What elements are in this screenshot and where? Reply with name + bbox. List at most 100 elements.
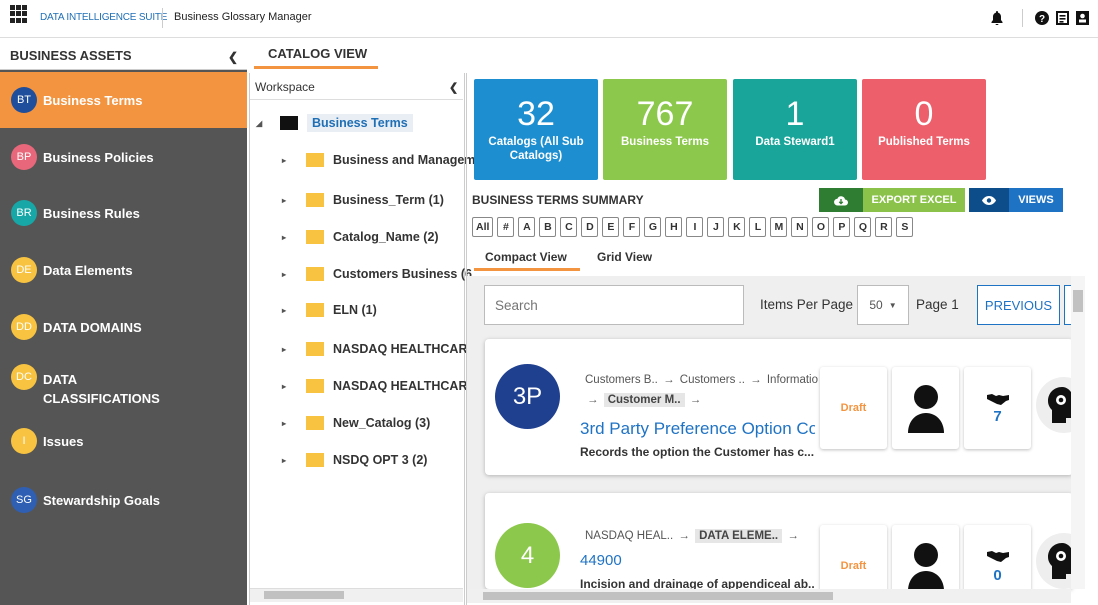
breadcrumb-item[interactable]: Customers B.. bbox=[585, 374, 658, 386]
alpha-filter-button[interactable]: M bbox=[770, 217, 788, 237]
expanded-arrow-icon[interactable]: ◢ bbox=[256, 119, 266, 128]
document-icon[interactable] bbox=[1053, 9, 1071, 27]
tile-published-terms[interactable]: 0 Published Terms bbox=[862, 79, 986, 180]
scrollbar-thumb[interactable] bbox=[264, 591, 344, 599]
breadcrumb-item[interactable]: Informatio bbox=[767, 374, 818, 386]
bell-icon[interactable] bbox=[988, 9, 1006, 27]
alpha-filter-button[interactable]: D bbox=[581, 217, 599, 237]
alpha-filter-button[interactable]: G bbox=[644, 217, 662, 237]
collapsed-arrow-icon[interactable]: ▸ bbox=[282, 306, 292, 315]
sidebar-item-data-elements[interactable]: DE Data Elements bbox=[0, 242, 247, 298]
scrollbar-thumb[interactable] bbox=[483, 592, 833, 600]
tree-folder[interactable]: ▸ ELN (1) bbox=[282, 299, 377, 321]
stakeholders-count[interactable]: 0 bbox=[964, 525, 1031, 589]
stakeholders-count[interactable]: 7 bbox=[964, 367, 1031, 449]
alpha-filter-button[interactable]: E bbox=[602, 217, 620, 237]
steward-avatar[interactable] bbox=[892, 367, 959, 449]
arrow-right-icon: → bbox=[678, 530, 690, 542]
sidebar-item-business-terms[interactable]: BT Business Terms bbox=[0, 72, 247, 128]
arrow-right-icon: → bbox=[587, 394, 599, 406]
export-excel-button[interactable]: EXPORT EXCEL bbox=[819, 188, 965, 212]
scrollbar-thumb[interactable] bbox=[1073, 290, 1083, 312]
search-input[interactable] bbox=[484, 285, 744, 325]
collapse-sidebar-icon[interactable]: ❮ bbox=[228, 50, 238, 64]
collapsed-arrow-icon[interactable]: ▸ bbox=[282, 345, 292, 354]
process-head-icon[interactable] bbox=[1036, 533, 1073, 589]
status-badge: Draft bbox=[820, 525, 887, 589]
alpha-filter-button[interactable]: A bbox=[518, 217, 536, 237]
handshake-icon bbox=[986, 392, 1009, 408]
alpha-filter-button[interactable]: Q bbox=[854, 217, 872, 237]
tree-folder[interactable]: ▸ Business and Managem bbox=[282, 149, 475, 171]
alpha-filter-button[interactable]: S bbox=[896, 217, 914, 237]
tree-folder[interactable]: ▸ NASDAQ HEALTHCARE bbox=[282, 338, 476, 360]
alpha-filter-button[interactable]: H bbox=[665, 217, 683, 237]
alpha-filter-button[interactable]: J bbox=[707, 217, 725, 237]
items-per-page-select[interactable]: 50 ▼ bbox=[857, 285, 909, 325]
alpha-filter-button[interactable]: # bbox=[497, 217, 515, 237]
alpha-filter-button[interactable]: All bbox=[472, 217, 494, 237]
previous-button[interactable]: PREVIOUS bbox=[977, 285, 1060, 325]
sidebar-item-data-classifications[interactable]: DC DATA CLASSIFICATIONS bbox=[0, 356, 247, 418]
sidebar-item-business-policies[interactable]: BP Business Policies bbox=[0, 129, 247, 185]
sidebar-item-issues[interactable]: I Issues bbox=[0, 413, 247, 469]
breadcrumb-item[interactable]: Customer M.. bbox=[603, 393, 685, 407]
sidebar-item-stewardship-goals[interactable]: SG Stewardship Goals bbox=[0, 472, 247, 528]
collapsed-arrow-icon[interactable]: ▸ bbox=[282, 456, 292, 465]
app-grid-icon[interactable] bbox=[10, 5, 28, 23]
user-badge-icon[interactable] bbox=[1073, 9, 1091, 27]
tile-business-terms[interactable]: 767 Business Terms bbox=[603, 79, 727, 180]
sidebar-item-data-domains[interactable]: DD DATA DOMAINS bbox=[0, 299, 247, 355]
sidebar-item-label: Business Policies bbox=[43, 149, 154, 165]
alpha-filter-button[interactable]: F bbox=[623, 217, 641, 237]
tab-compact-view[interactable]: Compact View bbox=[485, 250, 567, 264]
tree-folder[interactable]: ▸ New_Catalog (3) bbox=[282, 412, 430, 434]
process-head-icon[interactable] bbox=[1036, 377, 1073, 433]
workspace-title: Workspace bbox=[255, 80, 315, 94]
tree-folder[interactable]: ▸ Catalog_Name (2) bbox=[282, 226, 439, 248]
alpha-filter-button[interactable]: C bbox=[560, 217, 578, 237]
collapsed-arrow-icon[interactable]: ▸ bbox=[282, 233, 292, 242]
alpha-filter-button[interactable]: R bbox=[875, 217, 893, 237]
tab-grid-view[interactable]: Grid View bbox=[597, 250, 652, 264]
avatar: I bbox=[11, 428, 37, 454]
collapse-workspace-icon[interactable]: ❮ bbox=[449, 81, 458, 94]
alpha-filter-button[interactable]: I bbox=[686, 217, 704, 237]
alpha-filter-button[interactable]: B bbox=[539, 217, 557, 237]
collapsed-arrow-icon[interactable]: ▸ bbox=[282, 382, 292, 391]
collapsed-arrow-icon[interactable]: ▸ bbox=[282, 270, 292, 279]
items-per-page-value: 50 bbox=[869, 298, 883, 312]
term-card[interactable]: 3P Customers B.. → Customers .. → Inform… bbox=[485, 339, 1073, 475]
tree-folder[interactable]: ▸ NASDAQ HEALTHCARE bbox=[282, 375, 476, 397]
term-card[interactable]: 4 NASDAQ HEAL.. → DATA ELEME.. → 44900 I… bbox=[485, 493, 1073, 589]
tree-root-business-terms[interactable]: ◢ Business Terms bbox=[256, 112, 413, 134]
views-button[interactable]: VIEWS bbox=[969, 188, 1063, 212]
breadcrumb-item[interactable]: DATA ELEME.. bbox=[695, 529, 783, 543]
folder-icon bbox=[306, 342, 324, 356]
term-name-link[interactable]: 44900 bbox=[580, 552, 815, 569]
collapsed-arrow-icon[interactable]: ▸ bbox=[282, 156, 292, 165]
tree-folder[interactable]: ▸ Customers Business (6 bbox=[282, 263, 472, 285]
help-icon[interactable]: ? bbox=[1033, 9, 1051, 27]
alpha-filter-button[interactable]: K bbox=[728, 217, 746, 237]
sidebar-item-business-rules[interactable]: BR Business Rules bbox=[0, 185, 247, 241]
status-text: Draft bbox=[840, 560, 867, 572]
tile-data-steward[interactable]: 1 Data Steward1 bbox=[733, 79, 857, 180]
collapsed-arrow-icon[interactable]: ▸ bbox=[282, 196, 292, 205]
tree-node-label: Customers Business (6 bbox=[333, 267, 472, 281]
alpha-filter-button[interactable]: P bbox=[833, 217, 851, 237]
folder-icon bbox=[306, 193, 324, 207]
tree-folder[interactable]: ▸ NSDQ OPT 3 (2) bbox=[282, 449, 427, 471]
vertical-scrollbar[interactable] bbox=[1071, 276, 1085, 589]
alpha-filter-button[interactable]: N bbox=[791, 217, 809, 237]
alpha-filter-button[interactable]: L bbox=[749, 217, 767, 237]
breadcrumb-item[interactable]: NASDAQ HEAL.. bbox=[585, 530, 673, 542]
tree-folder[interactable]: ▸ Business_Term (1) bbox=[282, 189, 444, 211]
term-name-link[interactable]: 3rd Party Preference Option Co... bbox=[580, 419, 815, 439]
tile-catalogs[interactable]: 32 Catalogs (All Sub Catalogs) bbox=[474, 79, 598, 180]
tab-catalog-view[interactable]: CATALOG VIEW bbox=[268, 46, 367, 61]
alpha-filter-button[interactable]: O bbox=[812, 217, 830, 237]
steward-avatar[interactable] bbox=[892, 525, 959, 589]
breadcrumb-item[interactable]: Customers .. bbox=[680, 374, 745, 386]
collapsed-arrow-icon[interactable]: ▸ bbox=[282, 419, 292, 428]
